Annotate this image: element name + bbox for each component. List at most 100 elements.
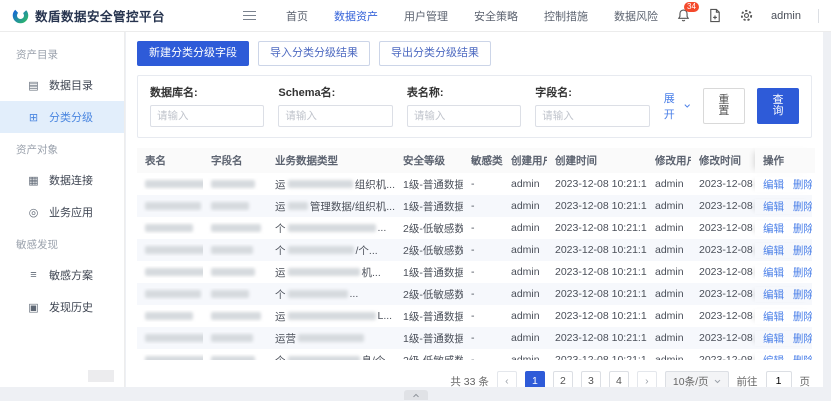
edit-link[interactable]: 编辑 (763, 355, 784, 361)
nav-item[interactable]: 数据资产 (334, 8, 378, 24)
nav-item[interactable]: 安全策略 (474, 8, 518, 24)
prev-page-button[interactable]: ‹ (497, 371, 517, 387)
cell-modifier: admin (647, 266, 691, 278)
cell-business-type: 个 ... (267, 221, 395, 236)
reset-button[interactable]: 重置 (703, 88, 745, 124)
create-classification-field-button[interactable]: 新建分类分级字段 (137, 41, 249, 66)
document-icon[interactable] (708, 8, 722, 23)
redacted-value (211, 312, 261, 320)
sidebar: 资产目录 数据目录 分类分级 资产对象 数据连接 (0, 32, 125, 387)
column-header-modify-time[interactable]: 修改时间 (691, 153, 755, 168)
sidebar-section-title: 资产目录 (0, 38, 124, 69)
edit-link[interactable]: 编辑 (763, 333, 784, 345)
filter-input[interactable] (535, 105, 649, 127)
nav-item[interactable]: 控制措施 (544, 8, 588, 24)
edit-link[interactable]: 编辑 (763, 245, 784, 257)
table-row[interactable]: 个 ... 2级-低敏感数... - admin 2023-12-08 10:2… (137, 283, 812, 305)
cell-create-time: 2023-12-08 10:21:17 (547, 332, 647, 344)
sidebar-item[interactable]: 业务应用 (0, 196, 124, 228)
page-number-button[interactable]: 3 (581, 371, 601, 387)
column-header-sensitive-type[interactable]: 敏感类型 (463, 153, 503, 168)
business-type-prefix: 运 (275, 265, 286, 280)
table-row[interactable]: 运 L... 1级-普通数据 - admin 2023-12-08 10:21:… (137, 305, 812, 327)
edit-link[interactable]: 编辑 (763, 201, 784, 213)
redacted-value (145, 180, 203, 188)
settings-gear-icon[interactable] (739, 8, 754, 23)
edit-link[interactable]: 编辑 (763, 179, 784, 191)
jump-page-input[interactable] (766, 371, 792, 387)
nav-item[interactable]: 用户管理 (404, 8, 448, 24)
filter-input[interactable] (278, 105, 392, 127)
import-results-button[interactable]: 导入分类分级结果 (258, 41, 370, 66)
table-row[interactable]: 个 /个... 2级-低敏感数... - admin 2023-12-08 10… (137, 239, 812, 261)
cell-sensitive-type: - (463, 332, 503, 344)
username[interactable]: admin (771, 10, 801, 22)
table-row[interactable]: 运 机... 1级-普通数据 - admin 2023-12-08 10:21:… (137, 261, 812, 283)
cell-creator: admin (503, 310, 547, 322)
sidebar-item[interactable]: 敏感方案 (0, 259, 124, 291)
table-body: 运 组织机... 1级-普通数据 - admin 2023-12-08 10:2… (137, 173, 812, 360)
redacted-value (145, 290, 201, 298)
page-number-button[interactable]: 2 (553, 371, 573, 387)
filter-input[interactable] (150, 105, 264, 127)
page-number-button[interactable]: 1 (525, 371, 545, 387)
sidebar-scrollbar-thumb[interactable] (88, 370, 114, 382)
sidebar-item[interactable]: 数据目录 (0, 69, 124, 101)
column-header-modifier[interactable]: 修改用户 (647, 153, 691, 168)
cell-business-type: 个 ... (267, 287, 395, 302)
main-content: 新建分类分级字段 导入分类分级结果 导出分类分级结果 数据库名: Schema名… (126, 32, 823, 387)
export-results-button[interactable]: 导出分类分级结果 (379, 41, 491, 66)
nav-item[interactable]: 数据风险 (614, 8, 658, 24)
column-header-create-time[interactable]: 创建时间 (547, 153, 647, 168)
delete-link[interactable]: 删除 (793, 267, 812, 279)
edit-link[interactable]: 编辑 (763, 223, 784, 235)
column-header-field-name[interactable]: 字段名 (203, 153, 267, 168)
filter-label: 表名称: (407, 84, 521, 100)
bottom-collapse-handle[interactable] (404, 390, 428, 400)
table-row[interactable]: 个 ... 2级-低敏感数... - admin 2023-12-08 10:2… (137, 217, 812, 239)
column-header-table-name[interactable]: 表名 (137, 153, 203, 168)
edit-link[interactable]: 编辑 (763, 267, 784, 279)
delete-link[interactable]: 删除 (793, 223, 812, 235)
delete-link[interactable]: 删除 (793, 333, 812, 345)
cell-table-name (137, 332, 203, 344)
menu-toggle-icon[interactable] (243, 11, 256, 21)
page-number-button[interactable]: 4 (609, 371, 629, 387)
cell-modify-time: 2023-12-08 10:21:17 (691, 310, 755, 322)
table-row[interactable]: 运营 1级-普通数据 - admin 2023-12-08 10:21:17 a… (137, 327, 812, 349)
delete-link[interactable]: 删除 (793, 179, 812, 191)
filter-input[interactable] (407, 105, 521, 127)
expand-filters-link[interactable]: 展开 (664, 90, 691, 122)
delete-link[interactable]: 删除 (793, 355, 812, 361)
filter-field: 表名称: (407, 84, 521, 127)
sidebar-item-label: 数据连接 (49, 172, 93, 188)
edit-link[interactable]: 编辑 (763, 289, 784, 301)
chevron-down-icon (684, 103, 690, 109)
delete-link[interactable]: 删除 (793, 201, 812, 213)
sidebar-item[interactable]: 数据连接 (0, 164, 124, 196)
table-row[interactable]: 个 息/个 2级-低敏感数据 - admin 2023-12-08 10:21:… (137, 349, 812, 360)
next-page-button[interactable]: › (637, 371, 657, 387)
redacted-value (211, 224, 261, 232)
redacted-value (288, 246, 354, 254)
table-row[interactable]: 运 组织机... 1级-普通数据 - admin 2023-12-08 10:2… (137, 173, 812, 195)
search-button[interactable]: 查询 (757, 88, 799, 124)
sidebar-item[interactable]: 分类分级 (0, 101, 124, 133)
edit-link[interactable]: 编辑 (763, 311, 784, 323)
chevron-up-icon (412, 393, 420, 398)
sidebar-section-objects: 资产对象 数据连接 业务应用 (0, 133, 124, 228)
nav-item[interactable]: 首页 (286, 8, 308, 24)
column-header-security-level[interactable]: 安全等级 (395, 153, 463, 168)
cell-field-name (203, 222, 267, 234)
redacted-value (288, 202, 308, 210)
page-body: 资产目录 数据目录 分类分级 资产对象 数据连接 (0, 32, 831, 401)
delete-link[interactable]: 删除 (793, 245, 812, 257)
column-header-business-type[interactable]: 业务数据类型 (267, 153, 395, 168)
column-header-creator[interactable]: 创建用户 (503, 153, 547, 168)
page-size-select[interactable]: 10条/页 (665, 371, 729, 387)
delete-link[interactable]: 删除 (793, 311, 812, 323)
notification-bell-icon[interactable]: 34 (676, 8, 691, 23)
sidebar-item[interactable]: 发现历史 (0, 291, 124, 323)
delete-link[interactable]: 删除 (793, 289, 812, 301)
table-row[interactable]: 运 管理数据/组织机... 1级-普通数据 - admin 2023-12-08… (137, 195, 812, 217)
